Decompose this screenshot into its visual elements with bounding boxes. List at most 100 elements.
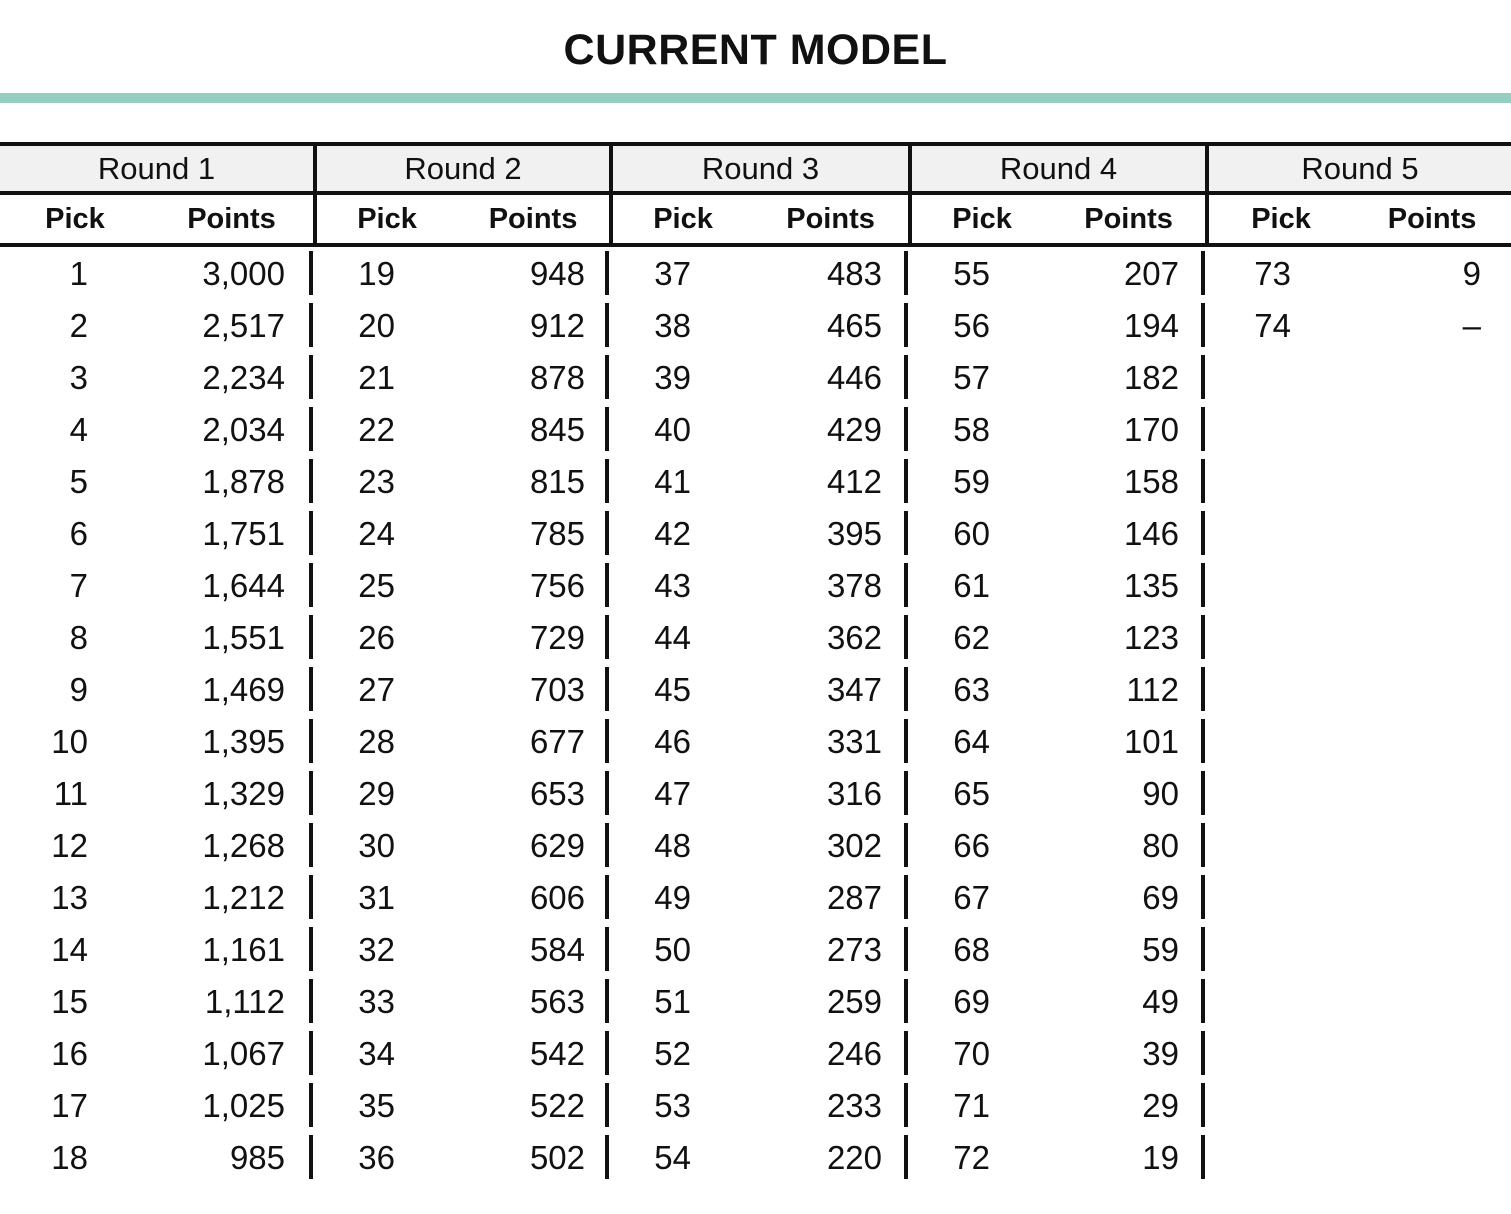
column-header-pick: Pick bbox=[45, 202, 105, 235]
cell-points: 845 bbox=[529, 410, 585, 448]
cell-points: 606 bbox=[529, 878, 585, 916]
table-row: 34 542 bbox=[313, 1027, 609, 1079]
cell-points: 1,161 bbox=[202, 930, 285, 968]
cell-pick: 55 bbox=[953, 254, 990, 292]
cell-pick: 27 bbox=[358, 670, 395, 708]
cell-points: 80 bbox=[1142, 826, 1179, 864]
cell-pick: 7 bbox=[69, 566, 88, 604]
table-row: 44 362 bbox=[609, 611, 908, 663]
cell-pick: 45 bbox=[654, 670, 691, 708]
cell-pick: 26 bbox=[358, 618, 395, 656]
cell-points: 446 bbox=[826, 358, 882, 396]
column-header-pick: Pick bbox=[952, 202, 1012, 235]
cell-pick: 6 bbox=[69, 514, 88, 552]
cell-pick: 38 bbox=[654, 306, 691, 344]
cell-points: 1,644 bbox=[202, 566, 285, 604]
table-row: 59 158 bbox=[908, 455, 1205, 507]
table-row: 28 677 bbox=[313, 715, 609, 767]
draft-pick-value-table: Round 1 Round 2 Round 3 Round 4 Round 5 Pick… bbox=[0, 142, 1511, 1179]
cell-pick: 65 bbox=[953, 774, 990, 812]
round-header-3: Round 3 bbox=[609, 146, 908, 191]
accent-divider bbox=[0, 93, 1511, 103]
table-row: 8 1,551 bbox=[0, 611, 313, 663]
cell-points: 9 bbox=[1462, 254, 1481, 292]
column-header-pick: Pick bbox=[1251, 202, 1311, 235]
cell-pick: 48 bbox=[654, 826, 691, 864]
cell-points: 985 bbox=[229, 1138, 285, 1176]
cell-pick: 64 bbox=[953, 722, 990, 760]
column-header-points: Points bbox=[786, 202, 875, 235]
table-row: 6 1,751 bbox=[0, 507, 313, 559]
cell-pick: 1 bbox=[69, 254, 88, 292]
table-row: 14 1,161 bbox=[0, 923, 313, 975]
table-row: 68 59 bbox=[908, 923, 1205, 975]
round-header-label: Round 4 bbox=[999, 151, 1118, 186]
table-row: 24 785 bbox=[313, 507, 609, 559]
cell-pick: 42 bbox=[654, 514, 691, 552]
cell-points: 1,395 bbox=[202, 722, 285, 760]
cell-points: 542 bbox=[529, 1034, 585, 1072]
cell-points: 429 bbox=[826, 410, 882, 448]
cell-points: 1,067 bbox=[202, 1034, 285, 1072]
table-body: 1 3,000 2 2,517 3 2,234 4 2,034 5 1,878 6 1,751 7 1,6… bbox=[0, 247, 1511, 1179]
column-header-points: Points bbox=[1084, 202, 1173, 235]
table-row: 55 207 bbox=[908, 247, 1205, 299]
cell-pick: 61 bbox=[953, 566, 990, 604]
table-row: 31 606 bbox=[313, 871, 609, 923]
cell-points: 1,329 bbox=[202, 774, 285, 812]
cell-points: 378 bbox=[826, 566, 882, 604]
cell-pick: 44 bbox=[654, 618, 691, 656]
round-column-1: 1 3,000 2 2,517 3 2,234 4 2,034 5 1,878 6 1,751 7 1,6… bbox=[0, 247, 313, 1176]
cell-points: 1,112 bbox=[204, 982, 285, 1020]
column-header-pick: Pick bbox=[653, 202, 713, 235]
cell-points: 465 bbox=[826, 306, 882, 344]
cell-points: 395 bbox=[826, 514, 882, 552]
round-header-5: Round 5 bbox=[1205, 146, 1511, 191]
column-header-row: Pick Points Pick Points Pick Points Pick Points… bbox=[0, 195, 1511, 247]
cell-points: 39 bbox=[1142, 1034, 1179, 1072]
cell-points: 584 bbox=[529, 930, 585, 968]
cell-points: 729 bbox=[529, 618, 585, 656]
table-row: 53 233 bbox=[609, 1079, 908, 1131]
cell-pick: 67 bbox=[953, 878, 990, 916]
cell-pick: 35 bbox=[358, 1086, 395, 1124]
cell-points: 112 bbox=[1126, 670, 1179, 708]
column-header-pick: Pick bbox=[357, 202, 417, 235]
cell-pick: 18 bbox=[51, 1138, 88, 1176]
cell-pick: 33 bbox=[358, 982, 395, 1020]
cell-pick: 70 bbox=[953, 1034, 990, 1072]
cell-pick: 17 bbox=[51, 1086, 88, 1124]
cell-pick: 16 bbox=[51, 1034, 88, 1072]
table-row: 43 378 bbox=[609, 559, 908, 611]
round-header-1: Round 1 bbox=[0, 146, 313, 191]
table-row: 70 39 bbox=[908, 1027, 1205, 1079]
round-column-5: 73 9 74 – bbox=[1205, 247, 1511, 1171]
cell-pick: 62 bbox=[953, 618, 990, 656]
table-row: 36 502 bbox=[313, 1131, 609, 1183]
table-row: 33 563 bbox=[313, 975, 609, 1027]
table-row: 52 246 bbox=[609, 1027, 908, 1079]
table-row: 23 815 bbox=[313, 455, 609, 507]
table-row: 5 1,878 bbox=[0, 455, 313, 507]
round-header-4: Round 4 bbox=[908, 146, 1205, 191]
table-row: 29 653 bbox=[313, 767, 609, 819]
cell-pick: 50 bbox=[654, 930, 691, 968]
table-row: 46 331 bbox=[609, 715, 908, 767]
cell-pick: 14 bbox=[51, 930, 88, 968]
cell-pick: 20 bbox=[358, 306, 395, 344]
table-row: 51 259 bbox=[609, 975, 908, 1027]
cell-points: 158 bbox=[1123, 462, 1179, 500]
cell-pick: 34 bbox=[358, 1034, 395, 1072]
cell-pick: 19 bbox=[358, 254, 395, 292]
cell-points: 815 bbox=[529, 462, 585, 500]
column-header-group-1: Pick Points bbox=[0, 195, 313, 243]
cell-points: 1,878 bbox=[202, 462, 285, 500]
table-row: 37 483 bbox=[609, 247, 908, 299]
cell-pick: 72 bbox=[953, 1138, 990, 1176]
table-row: 30 629 bbox=[313, 819, 609, 871]
cell-pick: 28 bbox=[358, 722, 395, 760]
round-header-label: Round 3 bbox=[701, 151, 820, 186]
table-row: 45 347 bbox=[609, 663, 908, 715]
cell-points: 362 bbox=[826, 618, 882, 656]
table-row: 27 703 bbox=[313, 663, 609, 715]
